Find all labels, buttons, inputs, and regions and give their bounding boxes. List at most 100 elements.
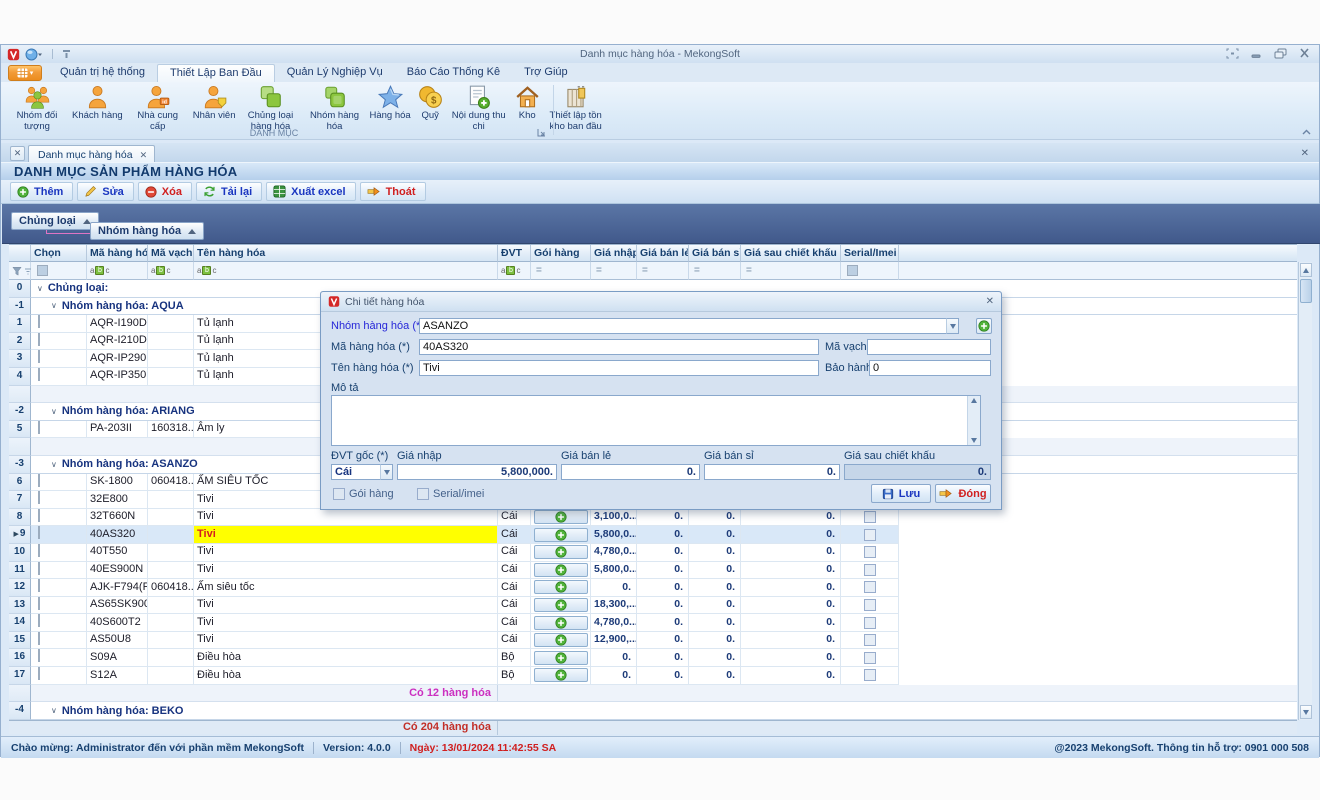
scroll-up-button[interactable]: [1300, 263, 1312, 277]
serial-checkbox-icon[interactable]: [864, 511, 876, 523]
cell-le[interactable]: 0.: [637, 544, 689, 562]
row-checkbox-icon[interactable]: [38, 632, 40, 645]
row-checkbox-icon[interactable]: [38, 368, 40, 381]
row-checkbox-icon[interactable]: [38, 491, 40, 504]
filter-cell-le[interactable]: =: [637, 262, 689, 280]
cell-dvt[interactable]: Cái: [498, 614, 531, 632]
cell-nhap[interactable]: 3,100,0...: [591, 509, 637, 527]
ribbon-item-3[interactable]: Nhân viên: [190, 83, 239, 123]
serial-imei-checkbox[interactable]: Serial/imei: [417, 488, 484, 500]
cell-si[interactable]: 0.: [689, 579, 741, 597]
cell-ten[interactable]: Điều hòa: [194, 649, 498, 667]
group-row[interactable]: -4∨Nhóm hàng hóa: BEKO: [9, 702, 1297, 720]
cell-serial[interactable]: [841, 544, 899, 562]
ten-hang-hoa-input[interactable]: [419, 360, 819, 376]
ribbon-item-6[interactable]: Hàng hóa: [367, 83, 414, 123]
gia-nhap-input[interactable]: [397, 464, 557, 480]
serial-checkbox-icon[interactable]: [864, 634, 876, 646]
cell-ten[interactable]: Tivi: [194, 614, 498, 632]
tabstrip-right-close-icon[interactable]: ✕: [1301, 148, 1309, 159]
cell-si[interactable]: 0.: [689, 544, 741, 562]
cell-ck[interactable]: 0.: [741, 579, 841, 597]
cell-ma[interactable]: 32E800: [87, 491, 148, 509]
row-checkbox-icon[interactable]: [38, 526, 40, 539]
goi-hang-checkbox[interactable]: Gói hàng: [333, 488, 394, 500]
cell-si[interactable]: 0.: [689, 649, 741, 667]
scroll-down-button[interactable]: [1300, 705, 1312, 719]
tabstrip-close-button[interactable]: ✕: [10, 146, 25, 161]
cell-dvt[interactable]: Cái: [498, 597, 531, 615]
column-header-ma[interactable]: Mã hàng hóa: [87, 245, 148, 262]
cell-nhap[interactable]: 0.: [591, 579, 637, 597]
dvt-dropdown-icon[interactable]: [380, 464, 393, 480]
cell-vach[interactable]: [148, 368, 194, 386]
ribbon-item-5[interactable]: Nhóm hàng hóa: [303, 83, 367, 133]
scrollbar-thumb[interactable]: [1300, 279, 1312, 303]
cell-goi-hang[interactable]: [531, 632, 591, 650]
table-row-16[interactable]: 16S09AĐiều hòaBộ0.0.0.0.: [9, 649, 1297, 667]
cell-ck[interactable]: 0.: [741, 632, 841, 650]
cell-le[interactable]: 0.: [637, 597, 689, 615]
filter-cell-ck[interactable]: =: [741, 262, 841, 280]
cell-ma[interactable]: AQR-I190DN(...: [87, 315, 148, 333]
cell-chon[interactable]: [31, 649, 87, 667]
table-row-9[interactable]: ▶940AS320TiviCái5,800,0...0.0.0.: [9, 526, 1297, 544]
cell-dvt[interactable]: Cái: [498, 632, 531, 650]
ribbon-tab-0[interactable]: Quản trị hệ thống: [48, 64, 157, 82]
ribbon-tab-3[interactable]: Báo Cáo Thống Kê: [395, 64, 512, 82]
collapse-chevron-icon[interactable]: ∨: [37, 284, 43, 293]
goi-hang-add-button[interactable]: [534, 510, 588, 524]
minimize-icon[interactable]: [1249, 47, 1263, 59]
ma-vach-input[interactable]: [867, 339, 991, 355]
goi-hang-add-button[interactable]: [534, 651, 588, 665]
cell-le[interactable]: 0.: [637, 579, 689, 597]
cell-goi-hang[interactable]: [531, 597, 591, 615]
cell-chon[interactable]: [31, 333, 87, 351]
cell-ten[interactable]: Ấm siêu tốc: [194, 579, 498, 597]
cell-chon[interactable]: [31, 509, 87, 527]
cell-le[interactable]: 0.: [637, 562, 689, 580]
goi-hang-add-button[interactable]: [534, 598, 588, 612]
serial-checkbox-icon[interactable]: [864, 599, 876, 611]
goi-hang-add-button[interactable]: [534, 545, 588, 559]
column-header-nhap[interactable]: Giá nhập: [591, 245, 637, 262]
cell-serial[interactable]: [841, 597, 899, 615]
cell-chon[interactable]: [31, 544, 87, 562]
cell-si[interactable]: 0.: [689, 597, 741, 615]
ribbon-tab-1[interactable]: Thiết Lập Ban Đầu: [157, 64, 275, 82]
filter-cell-chon[interactable]: [31, 262, 87, 280]
column-header-goi[interactable]: Gói hàng: [531, 245, 591, 262]
column-header-vach[interactable]: Mã vạch: [148, 245, 194, 262]
filter-cell-dvt[interactable]: abc: [498, 262, 531, 280]
row-checkbox-icon[interactable]: [38, 315, 40, 328]
row-checkbox-icon[interactable]: [38, 509, 40, 522]
cell-ck[interactable]: 0.: [741, 509, 841, 527]
cell-goi-hang[interactable]: [531, 562, 591, 580]
cell-ma[interactable]: 40T550: [87, 544, 148, 562]
dialog-close-icon[interactable]: ✕: [986, 296, 994, 307]
ribbon-item-2[interactable]: idNhà cung cấp: [126, 83, 190, 133]
cell-chon[interactable]: [31, 491, 87, 509]
cell-ma[interactable]: AS65SK900: [87, 597, 148, 615]
column-header-dvt[interactable]: ĐVT: [498, 245, 531, 262]
cell-ma[interactable]: PA-203II: [87, 421, 148, 439]
cell-chon[interactable]: [31, 526, 87, 544]
cell-dvt[interactable]: Bộ: [498, 667, 531, 685]
table-row-15[interactable]: 15AS50U8TiviCái12,900,...0.0.0.: [9, 632, 1297, 650]
group-chip-nhom-hang-hoa[interactable]: Nhóm hàng hóa: [90, 222, 204, 240]
cell-ma[interactable]: AS50U8: [87, 632, 148, 650]
tab-danh-muc-hang-hoa[interactable]: Danh mục hàng hóa ✕: [28, 145, 155, 162]
cell-vach[interactable]: [148, 315, 194, 333]
vertical-scrollbar[interactable]: [1298, 262, 1312, 720]
cell-goi-hang[interactable]: [531, 614, 591, 632]
cell-ck[interactable]: 0.: [741, 649, 841, 667]
cell-serial[interactable]: [841, 614, 899, 632]
serial-checkbox-icon[interactable]: [864, 564, 876, 576]
goi-hang-add-button[interactable]: [534, 633, 588, 647]
cell-ma[interactable]: SK-1800: [87, 474, 148, 492]
cell-dvt[interactable]: Cái: [498, 526, 531, 544]
bao-hanh-input[interactable]: [869, 360, 991, 376]
collapse-chevron-icon[interactable]: ∨: [51, 301, 57, 310]
filter-cell-ma[interactable]: abc: [87, 262, 148, 280]
cell-si[interactable]: 0.: [689, 509, 741, 527]
